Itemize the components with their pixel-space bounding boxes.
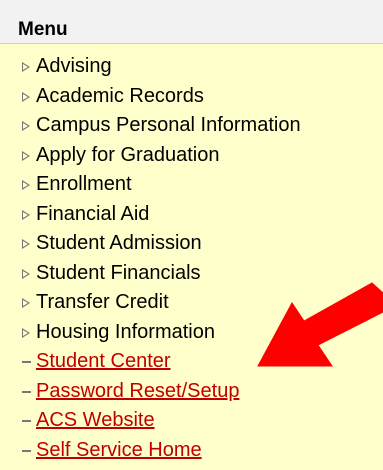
- menu-item-label: Student Admission: [36, 232, 202, 254]
- menu-link-acs-website[interactable]: ACS Website: [0, 406, 383, 436]
- expand-triangle-icon: [22, 209, 30, 220]
- menu-item-label: Housing Information: [36, 320, 215, 343]
- menu-item-enrollment[interactable]: Enrollment: [0, 170, 383, 200]
- menu-item-student-admission[interactable]: Student Admission: [0, 229, 383, 259]
- menu-item-advising[interactable]: Advising: [0, 52, 383, 82]
- expand-triangle-icon: [22, 298, 30, 308]
- expand-triangle-icon: [22, 239, 30, 249]
- expand-triangle-icon: [22, 91, 30, 102]
- menu-panel: Menu Advising Academic Records Campus Pe…: [0, 0, 383, 470]
- menu-item-label: Student Financials: [36, 261, 201, 284]
- expand-triangle-icon: [22, 62, 30, 72]
- menu-item-academic-records[interactable]: Academic Records: [0, 82, 383, 112]
- expand-triangle-icon: [22, 121, 30, 131]
- expand-triangle-icon: [22, 327, 30, 338]
- menu-item-label: Apply for Graduation: [36, 143, 220, 166]
- menu-link-student-center[interactable]: Student Center: [0, 347, 383, 377]
- menu-item-apply-for-graduation[interactable]: Apply for Graduation: [0, 141, 383, 171]
- menu-item-label: Enrollment: [36, 173, 132, 195]
- menu-header: Menu: [0, 0, 383, 44]
- menu-item-student-financials[interactable]: Student Financials: [0, 259, 383, 289]
- menu-item-housing-information[interactable]: Housing Information: [0, 318, 383, 348]
- dash-icon: [22, 361, 31, 363]
- menu-item-label: Transfer Credit: [36, 291, 169, 313]
- menu-item-transfer-credit[interactable]: Transfer Credit: [0, 288, 383, 318]
- menu-item-label: Academic Records: [36, 84, 204, 107]
- expand-triangle-icon: [22, 150, 30, 161]
- menu-link-self-service-home[interactable]: Self Service Home: [0, 436, 383, 466]
- menu-title: Menu: [18, 19, 68, 40]
- menu-link-label[interactable]: Student Center: [36, 347, 171, 377]
- dash-icon: [22, 449, 31, 452]
- menu-item-financial-aid[interactable]: Financial Aid: [0, 200, 383, 230]
- menu-link-label[interactable]: Self Service Home: [36, 436, 202, 466]
- menu-item-label: Campus Personal Information: [36, 114, 301, 136]
- menu-item-campus-personal-information[interactable]: Campus Personal Information: [0, 111, 383, 141]
- menu-item-label: Advising: [36, 55, 112, 77]
- menu-link-label[interactable]: ACS Website: [36, 406, 155, 436]
- menu-link-label[interactable]: Password Reset/Setup: [36, 377, 239, 407]
- menu-link-password-reset-setup[interactable]: Password Reset/Setup: [0, 377, 383, 407]
- menu-list: Advising Academic Records Campus Persona…: [0, 52, 383, 465]
- dash-icon: [22, 420, 31, 422]
- menu-item-label: Financial Aid: [36, 202, 150, 225]
- dash-icon: [22, 390, 31, 393]
- expand-triangle-icon: [22, 180, 30, 190]
- expand-triangle-icon: [22, 268, 30, 279]
